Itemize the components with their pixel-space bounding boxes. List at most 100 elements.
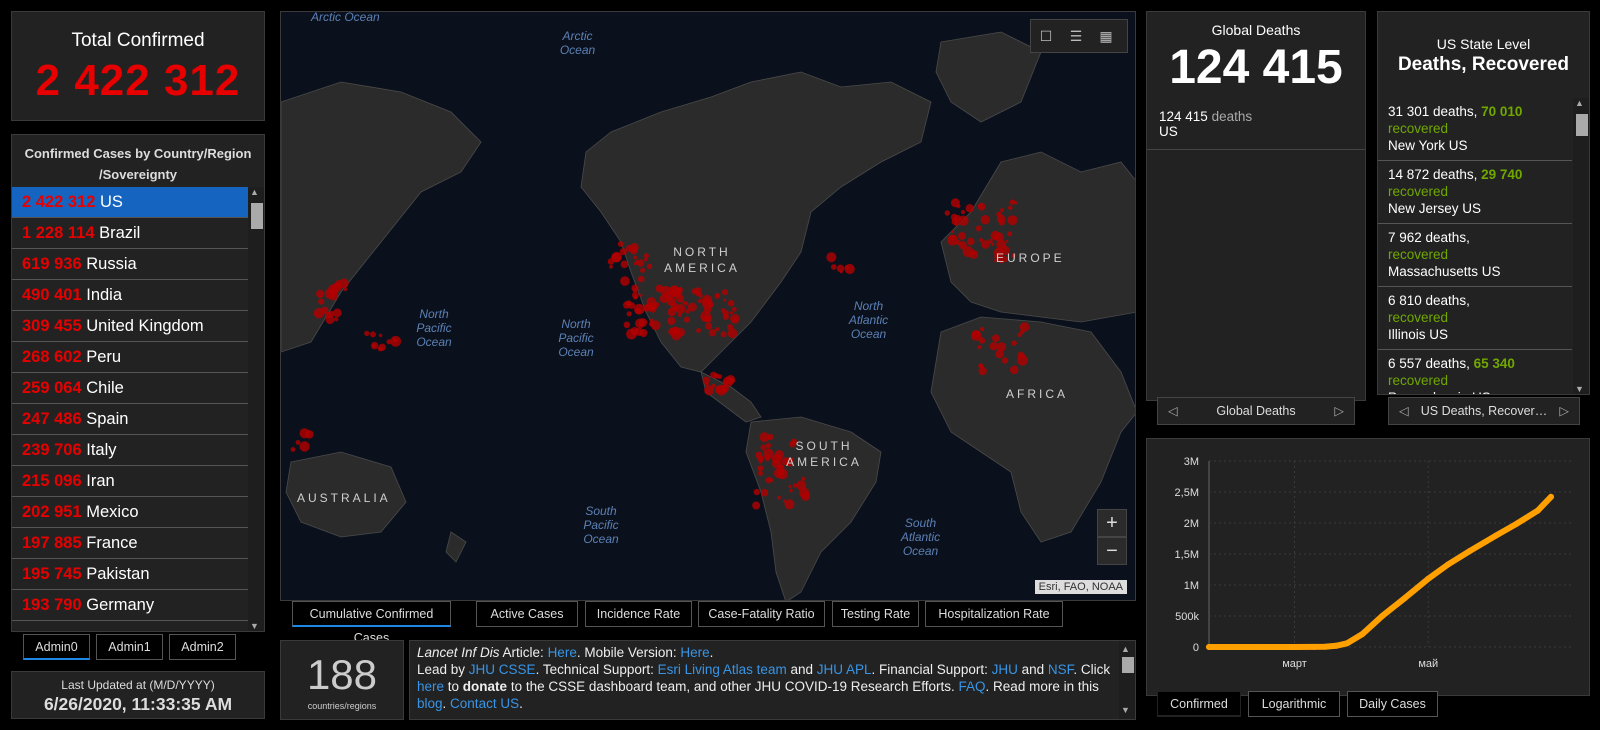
state-row[interactable]: 14 872 deaths, 29 740 recovered New Jersey… — [1378, 161, 1572, 224]
faq-link[interactable]: FAQ — [959, 679, 986, 694]
country-row[interactable]: 195 745 Pakistan — [12, 559, 248, 590]
country-row[interactable]: 309 455 United Kingdom — [12, 311, 248, 342]
country-row[interactable]: 268 602 Peru — [12, 342, 248, 373]
country-row[interactable]: 202 951 Mexico — [12, 497, 248, 528]
scroll-down-icon[interactable]: ▼ — [1575, 384, 1584, 394]
tab-daily-cases[interactable]: Daily Cases — [1347, 691, 1438, 717]
state-row[interactable]: 31 301 deaths, 70 010 recovered New York U… — [1378, 98, 1572, 161]
contact-us-link[interactable]: Contact US — [450, 696, 519, 711]
article-link[interactable]: Here — [548, 645, 577, 660]
state-row[interactable]: 6 810 deaths, recovered Illinois US — [1378, 287, 1572, 350]
y-tick-label: 1M — [1184, 580, 1199, 592]
case-dot — [977, 204, 982, 208]
case-dot — [980, 215, 990, 225]
country-row[interactable]: 193 790 Germany — [12, 590, 248, 621]
chevron-left-icon[interactable]: ◁ — [1399, 398, 1409, 424]
jhu-link[interactable]: JHU — [992, 662, 1018, 677]
case-dot — [789, 488, 793, 493]
global-deaths-pager: ◁ Global Deaths ▷ — [1157, 397, 1355, 425]
state-name: Massachusetts US — [1388, 264, 1501, 279]
tab-cumulative-confirmed[interactable]: Cumulative Confirmed Cases — [292, 601, 451, 645]
blog-link[interactable]: blog — [417, 696, 443, 711]
state-row[interactable]: 7 962 deaths, recovered Massachusetts US — [1378, 224, 1572, 287]
case-dot — [639, 293, 643, 297]
country-row[interactable]: 247 486 Spain — [12, 404, 248, 435]
us-state-scrollbar[interactable]: ▲ ▼ — [1573, 98, 1589, 394]
case-dot — [758, 470, 763, 476]
case-dot — [996, 214, 1006, 223]
x-tick-label: март — [1282, 658, 1307, 670]
scrollbar-thumb[interactable] — [1576, 114, 1588, 136]
scrollbar-thumb[interactable] — [1122, 657, 1134, 673]
case-dot — [676, 294, 685, 303]
case-dot — [314, 312, 319, 316]
mobile-version-link[interactable]: Here — [680, 645, 709, 660]
scrollbar-thumb[interactable] — [251, 203, 263, 229]
case-dot — [727, 324, 734, 331]
state-name: Pennsylvania US — [1388, 390, 1491, 394]
chevron-left-icon[interactable]: ◁ — [1168, 398, 1178, 424]
tab-testing-rate[interactable]: Testing Rate — [832, 601, 919, 627]
country-row[interactable]: 197 885 France — [12, 528, 248, 559]
data-point — [1344, 640, 1351, 647]
tab-incidence-rate[interactable]: Incidence Rate — [585, 601, 692, 627]
list-icon[interactable]: ☰ — [1061, 20, 1091, 52]
case-dot — [801, 476, 806, 481]
tab-admin1[interactable]: Admin1 — [96, 634, 163, 660]
scroll-down-icon[interactable]: ▼ — [1121, 702, 1130, 719]
country-row[interactable]: 490 401 India — [12, 280, 248, 311]
tab-case-fatality-ratio[interactable]: Case-Fatality Ratio — [698, 601, 825, 627]
qr-icon[interactable]: ▦ — [1091, 20, 1121, 52]
case-dot — [364, 330, 370, 336]
country-list-scrollbar[interactable]: ▲ ▼ — [248, 187, 264, 631]
case-dot — [788, 484, 792, 489]
tab-admin0[interactable]: Admin0 — [23, 634, 90, 660]
info-text: . — [442, 696, 451, 711]
country-row[interactable]: 215 096 Iran — [12, 466, 248, 497]
country-count: 1 228 114 — [22, 224, 95, 242]
scroll-up-icon[interactable]: ▲ — [1575, 98, 1584, 108]
jhu-apl-link[interactable]: JHU APL — [817, 662, 872, 677]
tab-confirmed[interactable]: Confirmed — [1157, 691, 1241, 717]
case-dot — [649, 304, 653, 309]
case-dot — [759, 458, 764, 462]
map-view[interactable]: Arctic Ocean Arctic Ocean North Pacific … — [280, 11, 1136, 601]
country-row[interactable]: 1 228 114 Brazil — [12, 218, 248, 249]
country-row[interactable]: 259 064 Chile — [12, 373, 248, 404]
jhu-csse-link[interactable]: JHU CSSE — [469, 662, 536, 677]
tab-admin2[interactable]: Admin2 — [169, 634, 236, 660]
global-deaths-row[interactable]: 124 415 deaths US — [1147, 95, 1365, 150]
state-row[interactable]: 6 557 deaths, 65 340 recovered Pennsylvani… — [1378, 350, 1572, 394]
bookmark-icon[interactable]: ☐ — [1031, 20, 1061, 52]
case-dot — [343, 287, 348, 292]
zoom-in-button[interactable]: + — [1097, 509, 1127, 537]
country-row[interactable]: 239 706 Italy — [12, 435, 248, 466]
scroll-up-icon[interactable]: ▲ — [250, 187, 259, 197]
y-tick-label: 1,5M — [1175, 549, 1199, 561]
esri-living-atlas-link[interactable]: Esri Living Atlas team — [658, 662, 787, 677]
chevron-right-icon[interactable]: ▷ — [1334, 398, 1344, 424]
country-name: France — [86, 534, 138, 552]
scroll-down-icon[interactable]: ▼ — [250, 621, 259, 631]
zoom-out-button[interactable]: − — [1097, 537, 1127, 565]
case-dot — [704, 385, 715, 396]
tab-active-cases[interactable]: Active Cases — [476, 601, 578, 627]
ocean-label: Arctic Ocean — [311, 11, 380, 24]
country-row[interactable]: 2 422 312 US — [12, 187, 248, 218]
info-scrollbar[interactable]: ▲ ▼ — [1119, 641, 1135, 719]
case-dot — [717, 374, 723, 379]
case-dot — [944, 210, 950, 216]
chevron-right-icon[interactable]: ▷ — [1559, 398, 1569, 424]
case-dot — [299, 441, 310, 452]
continent-label: NORTH AMERICA — [664, 245, 740, 275]
country-count: 490 401 — [22, 286, 82, 304]
y-tick-label: 3M — [1184, 456, 1199, 468]
tab-logarithmic[interactable]: Logarithmic — [1248, 691, 1340, 717]
case-dot — [975, 225, 982, 232]
scroll-up-icon[interactable]: ▲ — [1121, 641, 1130, 658]
country-row[interactable]: 619 936 Russia — [12, 249, 248, 280]
nsf-link[interactable]: NSF — [1048, 662, 1074, 677]
tab-hospitalization-rate[interactable]: Hospitalization Rate — [925, 601, 1063, 627]
total-confirmed-panel: Total Confirmed 2 422 312 — [11, 11, 265, 121]
donate-here-link[interactable]: here — [417, 679, 444, 694]
